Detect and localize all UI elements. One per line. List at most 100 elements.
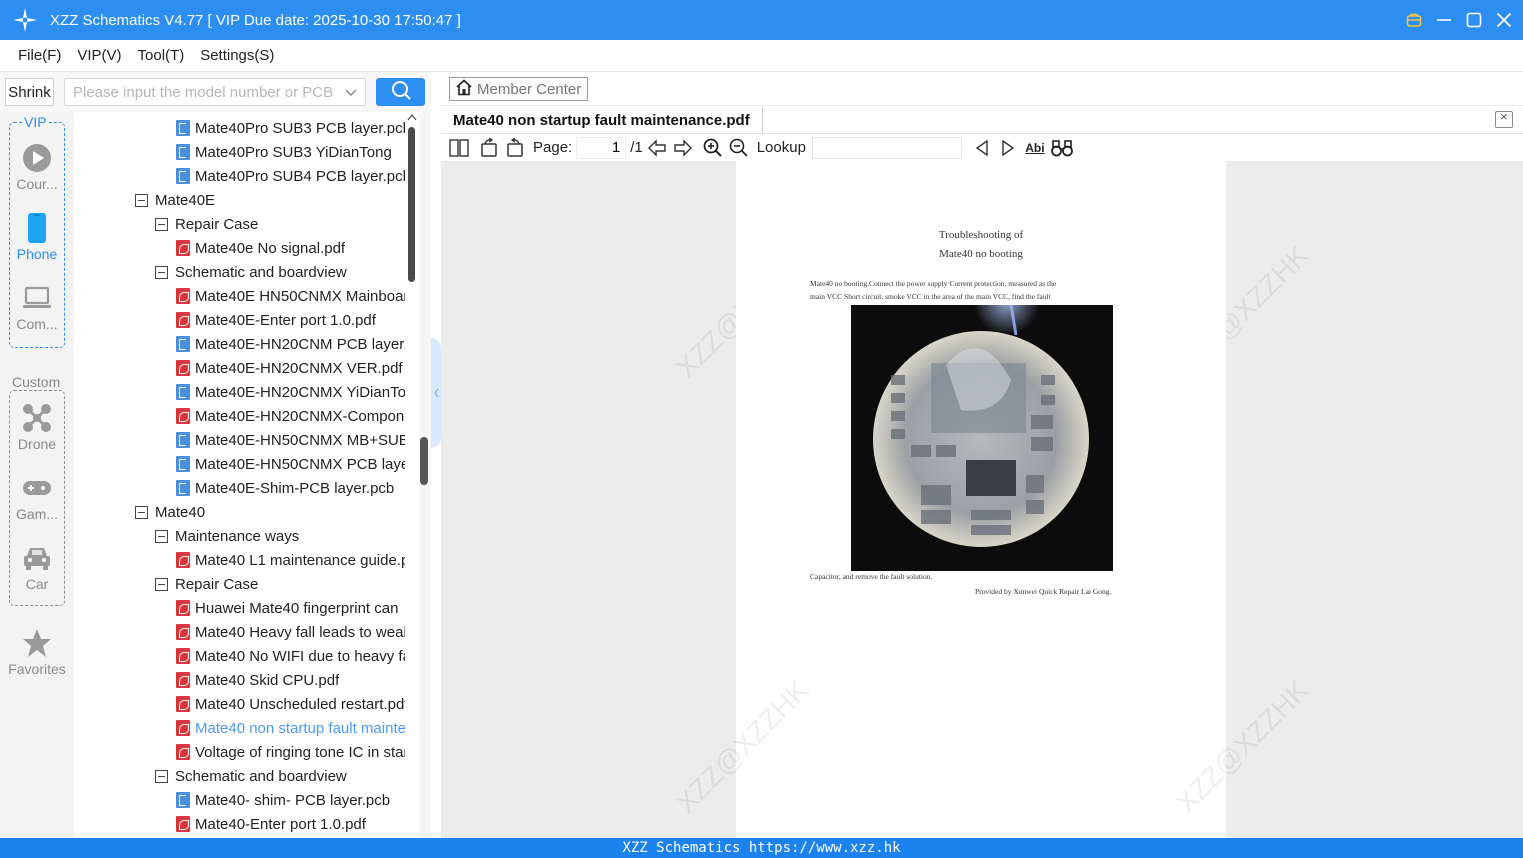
tree-file[interactable]: Mate40Pro SUB3 PCB layer.pcb [176, 116, 405, 140]
scroll-up-icon[interactable] [407, 113, 417, 124]
tree-folder[interactable]: Mate40E [135, 188, 215, 212]
find-previous-icon[interactable] [970, 136, 994, 160]
pdf-page: Troubleshooting of Mate40 no booting Mat… [736, 161, 1226, 838]
tree-file[interactable]: Mate40E-HN20CNM PCB layer.pcb [176, 332, 405, 356]
file-tree: Mate40Pro SUB3 PCB layer.pcb Mate40Pro SU… [74, 112, 419, 838]
collapse-toggle-icon[interactable] [155, 577, 168, 591]
collapse-toggle-icon[interactable] [135, 193, 148, 207]
maximize-button[interactable] [1465, 11, 1483, 29]
nav-favorites[interactable]: Favorites [0, 627, 74, 677]
tree-file[interactable]: Mate40 Unscheduled restart.pdf [176, 692, 405, 716]
tree-scroll-thumb[interactable] [408, 127, 415, 282]
gamepad-icon [22, 472, 52, 504]
tree-file[interactable]: Mate40E-HN50CNMX MB+SUB [176, 428, 405, 452]
rotate-left-icon[interactable] [477, 136, 501, 160]
pdf-viewer[interactable]: XZZ@XZZHK XZZ@XZZHK Troubleshooting of M… [441, 161, 1523, 838]
collapse-toggle-icon[interactable] [135, 505, 148, 519]
car-icon [22, 542, 52, 574]
find-next-icon[interactable] [996, 136, 1020, 160]
pdf-file-icon [176, 744, 190, 760]
tree-file[interactable]: Mate40 No WIFI due to heavy fall [176, 644, 405, 668]
tree-file[interactable]: Mate40 non startup fault maintenance.pdf [176, 716, 405, 740]
pdf-file-icon [176, 720, 190, 736]
tree-file[interactable]: Mate40Pro SUB4 PCB layer.pcb [176, 164, 405, 188]
page-number-input[interactable] [576, 136, 627, 159]
tree-file[interactable]: Mate40 L1 maintenance guide.pdf [176, 548, 405, 572]
nav-car-label: Car [25, 576, 49, 592]
tree-folder[interactable]: Mate40 [135, 500, 205, 524]
menu-file[interactable]: File(F) [18, 47, 61, 64]
tree-file[interactable]: Mate40E-Enter port 1.0.pdf [176, 308, 376, 332]
shrink-button[interactable]: Shrink [5, 78, 54, 106]
pdf-toolbar: Page: /1 Lookup Abi [441, 134, 1523, 161]
tab-active-document[interactable]: Mate40 non startup fault maintenance.pdf [453, 107, 763, 134]
panel-splitter[interactable] [419, 112, 431, 838]
nav-car[interactable]: Car [0, 542, 74, 592]
model-search-input[interactable] [65, 79, 335, 105]
close-tab-icon[interactable] [1495, 109, 1513, 128]
minimize-button[interactable] [1435, 11, 1453, 29]
two-page-view-icon[interactable] [447, 136, 471, 160]
nav-drone-label: Drone [17, 436, 57, 452]
pdf-file-icon [176, 672, 190, 688]
tree-file[interactable]: Mate40- shim- PCB layer.pcb [176, 788, 390, 812]
tree-file[interactable]: Mate40E-HN20CNMX VER.pdf [176, 356, 403, 380]
tree-folder[interactable]: Maintenance ways [155, 524, 299, 548]
search-button[interactable] [376, 78, 425, 106]
nav-computer-label: Com... [16, 316, 58, 332]
collapse-toggle-icon[interactable] [155, 769, 168, 783]
nav-drone[interactable]: Drone [0, 402, 74, 452]
pcb-file-icon [176, 384, 190, 400]
model-search-box[interactable] [64, 78, 366, 106]
tree-file[interactable]: Mate40 Skid CPU.pdf [176, 668, 339, 692]
tree-scrollbar[interactable] [407, 112, 419, 838]
tree-file[interactable]: Huawei Mate40 fingerprint can [176, 596, 398, 620]
zoom-in-icon[interactable] [701, 136, 725, 160]
tree-file[interactable]: Mate40-Enter port 1.0.pdf [176, 812, 366, 836]
nav-computer[interactable]: Com... [0, 282, 74, 332]
rotate-right-icon[interactable] [503, 136, 527, 160]
match-case-button[interactable]: Abi [1022, 136, 1048, 160]
tree-file[interactable]: Mate40Pro SUB3 YiDianTong [176, 140, 392, 164]
nav-phone-label: Phone [16, 246, 58, 262]
tree-folder[interactable]: Schematic and boardview [155, 764, 347, 788]
collapse-panel-button[interactable] [431, 338, 441, 448]
tree-file[interactable]: Mate40E-HN20CNMX YiDianTong [176, 380, 405, 404]
previous-page-arrow-icon[interactable] [645, 136, 669, 160]
nav-course[interactable]: Cour... [0, 142, 74, 192]
tree-folder[interactable]: Repair Case [155, 212, 258, 236]
next-page-arrow-icon[interactable] [671, 136, 695, 160]
splitter-handle[interactable] [420, 437, 428, 485]
pdf-body-line-2: main VCC Short circuit, smoke VCC in the… [810, 292, 1051, 301]
window-title: XZZ Schematics V4.77 [ VIP Due date: 202… [50, 11, 461, 29]
binoculars-icon[interactable] [1050, 136, 1074, 160]
tree-folder[interactable]: Schematic and boardview [155, 260, 347, 284]
tree-item-label: Schematic and boardview [175, 263, 347, 281]
lookup-input[interactable] [811, 136, 962, 159]
zoom-out-icon[interactable] [727, 136, 751, 160]
tree-file[interactable]: Voltage of ringing tone IC in standby [176, 740, 405, 764]
collapse-toggle-icon[interactable] [155, 265, 168, 279]
vip-bag-icon[interactable] [1405, 11, 1423, 29]
tree-file[interactable]: Mate40E HN50CNMX Mainboard [176, 284, 405, 308]
tree-file[interactable]: Mate40E-HN50CNMX PCB layer [176, 452, 405, 476]
tree-file[interactable]: Mate40E-Shim-PCB layer.pcb [176, 476, 394, 500]
nav-phone[interactable]: Phone [0, 212, 74, 262]
menu-settings[interactable]: Settings(S) [200, 47, 274, 64]
menu-bar: File(F) VIP(V) Tool(T) Settings(S) [0, 40, 1523, 72]
menu-vip[interactable]: VIP(V) [77, 47, 121, 64]
pcb-file-icon [176, 336, 190, 352]
member-center-button[interactable]: Member Center [449, 77, 588, 101]
nav-game[interactable]: Gam... [0, 472, 74, 522]
tree-item-label: Mate40E-HN20CNMX YiDianTong [195, 383, 405, 401]
chevron-down-icon[interactable] [345, 85, 357, 103]
tree-file[interactable]: Mate40e No signal.pdf [176, 236, 345, 260]
tree-folder[interactable]: Repair Case [155, 572, 258, 596]
tree-file[interactable]: Mate40E-HN20CNMX-Component [176, 404, 405, 428]
collapse-toggle-icon[interactable] [155, 529, 168, 543]
menu-tool[interactable]: Tool(T) [138, 47, 185, 64]
collapse-toggle-icon[interactable] [155, 217, 168, 231]
close-button[interactable] [1495, 11, 1513, 29]
microscope-photo [851, 305, 1113, 571]
tree-file[interactable]: Mate40 Heavy fall leads to weak [176, 620, 405, 644]
